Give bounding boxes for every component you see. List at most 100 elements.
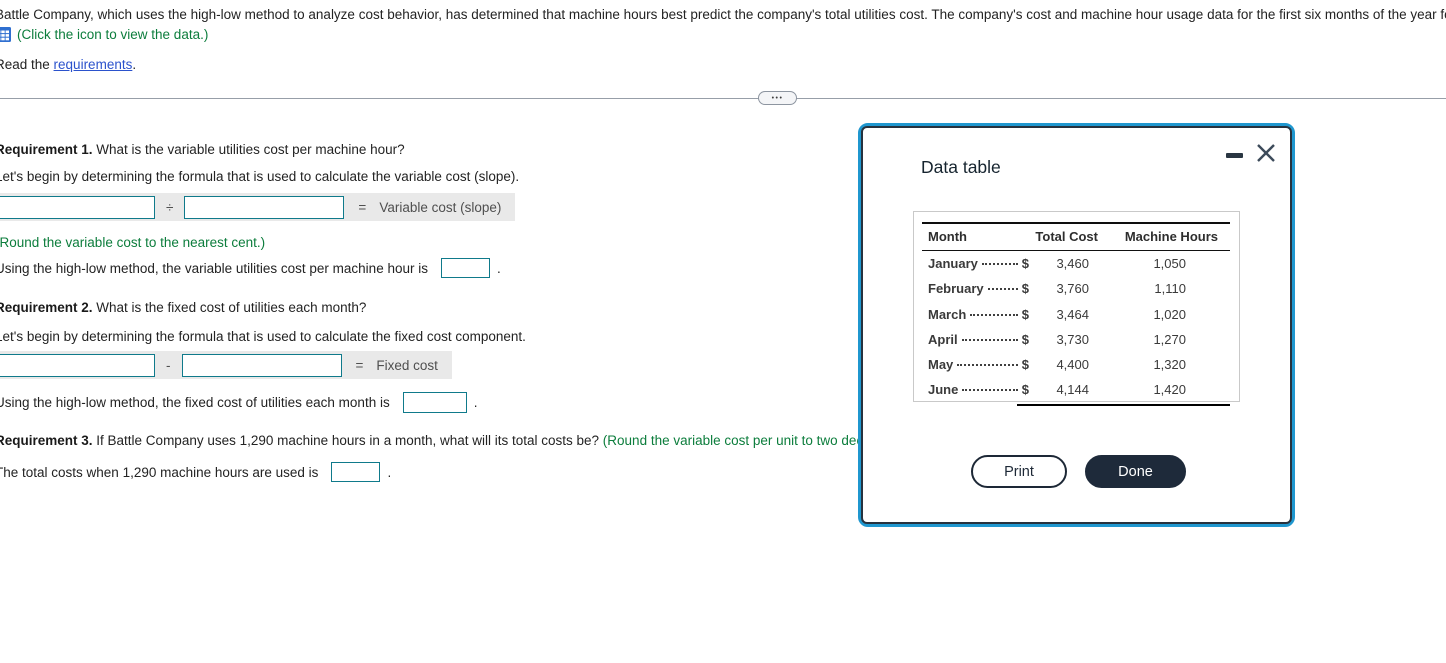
- requirement3-answer-prefix: The total costs when 1,290 machine hours…: [0, 464, 319, 480]
- read-requirements-line: Read the requirements.: [0, 56, 136, 73]
- requirement2-line: Requirement 2. What is the fixed cost of…: [0, 299, 366, 316]
- currency-symbol: $: [1021, 331, 1029, 347]
- table-row: June $ 4,144 1,420: [928, 377, 1225, 402]
- table-row: February $ 3,760 1,110: [928, 276, 1225, 301]
- print-button-label: Print: [1004, 463, 1034, 480]
- dot-leader: [970, 313, 1018, 316]
- done-button[interactable]: Done: [1085, 455, 1186, 488]
- requirement2-intro: Let's begin by determining the formula t…: [0, 329, 526, 344]
- month-cell-label: March: [928, 306, 967, 322]
- dot-leader: [962, 389, 1018, 392]
- currency-symbol: $: [1021, 382, 1029, 398]
- currency-symbol: $: [1021, 306, 1029, 322]
- problem-statement: Battle Company, which uses the high-low …: [0, 7, 1446, 22]
- requirement2-answer-suffix: .: [473, 395, 478, 410]
- machine-hours-cell: 1,020: [1153, 306, 1186, 322]
- fixed-cost-result-label: Fixed cost: [376, 357, 438, 373]
- close-icon[interactable]: [1255, 142, 1277, 164]
- requirement2-answer-line: Using the high-low method, the fixed cos…: [0, 392, 477, 413]
- mylab-question-page: Battle Company, which uses the high-low …: [0, 0, 1446, 663]
- machine-hours-cell: 1,110: [1154, 281, 1186, 297]
- minimize-icon[interactable]: [1226, 153, 1243, 158]
- requirement1-answer-line: Using the high-low method, the variable …: [0, 258, 501, 278]
- data-table-rows: January $ 3,460 1,050 February $ 3,760 1…: [914, 251, 1239, 403]
- fixed-cost-answer-input[interactable]: [402, 392, 467, 413]
- requirement3-round-note: (Round the variable cost per unit to two…: [602, 433, 888, 448]
- month-cell-label: February: [928, 281, 984, 297]
- variable-cost-answer-input[interactable]: [440, 258, 490, 278]
- table-row: April $ 3,730 1,270: [928, 327, 1225, 352]
- print-button[interactable]: Print: [971, 455, 1067, 488]
- month-cell-label: January: [928, 256, 978, 271]
- variable-cost-numerator-input[interactable]: [0, 195, 155, 219]
- requirement1-intro: Let's begin by determining the formula t…: [0, 169, 520, 184]
- read-prefix: Read the: [0, 57, 54, 72]
- equals-sign: =: [355, 357, 364, 373]
- total-cost-cell: 4,400: [1056, 357, 1089, 373]
- table-row: May $ 4,400 1,320: [928, 352, 1225, 377]
- requirement1-answer-prefix: Using the high-low method, the variable …: [0, 260, 428, 276]
- total-cost-cell: 3,730: [1056, 331, 1089, 347]
- month-cell: June $: [928, 377, 1029, 402]
- dot-leader: [961, 338, 1018, 341]
- read-suffix: .: [132, 57, 137, 72]
- machine-hours-cell: 1,270: [1153, 331, 1186, 347]
- requirement3-answer-suffix: .: [387, 464, 392, 480]
- variable-cost-result-label: Variable cost (slope): [379, 199, 502, 215]
- dot-leader: [987, 288, 1018, 291]
- month-cell-label: June: [928, 382, 959, 398]
- total-costs-answer-input[interactable]: [331, 462, 381, 482]
- dot-leader: [981, 263, 1018, 265]
- month-cell: April $: [928, 327, 1029, 352]
- requirement1-question: What is the variable utilities cost per …: [92, 142, 405, 157]
- dot-leader: [957, 364, 1018, 367]
- machine-hours-cell: 1,050: [1153, 256, 1186, 271]
- data-table-dialog: Data table Month Total Cost Machine Hour…: [858, 123, 1295, 527]
- requirement3-question: If Battle Company uses 1,290 machine hou…: [92, 433, 603, 448]
- done-button-label: Done: [1118, 463, 1153, 480]
- minus-operator: -: [166, 357, 171, 373]
- divide-operator: ÷: [166, 199, 174, 215]
- requirement2-answer-prefix: Using the high-low method, the fixed cos…: [0, 395, 390, 410]
- month-cell: May $: [928, 352, 1029, 377]
- table-bottom-rule: [1017, 403, 1230, 406]
- fixed-cost-minuend-input[interactable]: [0, 353, 155, 377]
- total-cost-cell: 4,144: [1056, 382, 1089, 398]
- currency-symbol: $: [1021, 256, 1029, 271]
- header-machine-hours: Machine Hours: [1124, 229, 1218, 244]
- total-cost-cell: 3,460: [1056, 256, 1089, 271]
- currency-symbol: $: [1021, 357, 1029, 373]
- equals-sign: =: [358, 199, 367, 215]
- requirement3-line: Requirement 3. If Battle Company uses 1,…: [0, 432, 888, 449]
- machine-hours-cell: 1,320: [1153, 357, 1186, 373]
- month-cell: February $: [928, 276, 1029, 301]
- requirement3-heading: Requirement 3.: [0, 433, 93, 448]
- fixed-cost-subtrahend-input[interactable]: [181, 353, 342, 377]
- table-row: March $ 3,464 1,020: [928, 302, 1225, 327]
- month-cell: January $: [928, 251, 1029, 276]
- total-cost-cell: 3,464: [1056, 306, 1089, 322]
- header-month: Month: [928, 229, 967, 244]
- requirement2-question: What is the fixed cost of utilities each…: [92, 300, 367, 315]
- month-cell-label: April: [928, 331, 958, 347]
- data-link-note: (Click the icon to view the data.): [17, 27, 209, 42]
- data-table-panel: Month Total Cost Machine Hours January $…: [913, 211, 1240, 406]
- ellipsis-icon: •••: [771, 94, 784, 102]
- ellipsis-toggle[interactable]: •••: [758, 91, 797, 105]
- requirement2-heading: Requirement 2.: [0, 300, 93, 315]
- data-table-header-row: Month Total Cost Machine Hours: [928, 224, 1225, 248]
- fixed-cost-formula-row: - = Fixed cost: [0, 351, 452, 379]
- requirement1-answer-suffix: .: [496, 260, 501, 276]
- month-cell: March $: [928, 302, 1029, 327]
- requirements-link[interactable]: requirements: [54, 57, 133, 72]
- variable-cost-denominator-input[interactable]: [184, 195, 345, 219]
- total-cost-cell: 3,760: [1056, 281, 1089, 297]
- requirement1-line: Requirement 1. What is the variable util…: [0, 141, 405, 158]
- requirement3-answer-line: The total costs when 1,290 machine hours…: [0, 462, 391, 482]
- table-icon[interactable]: [0, 27, 11, 42]
- month-cell-label: May: [928, 357, 954, 373]
- currency-symbol: $: [1021, 281, 1029, 297]
- requirement1-round-note: (Round the variable cost to the nearest …: [0, 235, 266, 250]
- data-icon-line: (Click the icon to view the data.): [0, 26, 208, 43]
- header-total-cost: Total Cost: [1035, 229, 1098, 244]
